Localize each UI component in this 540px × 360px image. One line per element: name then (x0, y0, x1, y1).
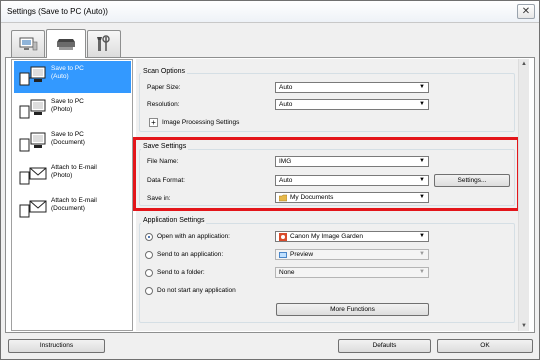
preview-icon (279, 252, 287, 258)
send-to-application-label: Send to an application: (157, 251, 224, 258)
resolution-select[interactable]: Auto ▼ (275, 99, 429, 110)
application-settings-title: Application Settings (141, 217, 207, 224)
save-to-pc-icon (19, 99, 46, 119)
chevron-down-icon: ▼ (419, 251, 425, 257)
list-item-attach-email-document[interactable]: Attach to E-mail (Document) (14, 193, 131, 225)
scan-from-computer-tab[interactable] (11, 30, 45, 57)
open-with-application-label: Open with an application: (157, 233, 230, 240)
save-to-pc-icon (19, 132, 46, 152)
more-functions-button[interactable]: More Functions (276, 303, 429, 316)
email-icon (19, 167, 47, 185)
list-item-attach-email-photo[interactable]: Attach to E-mail (Photo) (14, 160, 131, 192)
send-to-folder-radio[interactable] (145, 269, 153, 277)
app-icon (279, 233, 287, 241)
settings-window: Settings (Save to PC (Auto)) ✕ Save to P… (0, 0, 540, 360)
paper-size-label: Paper Size: (147, 84, 181, 91)
do-not-start-application-radio[interactable] (145, 287, 153, 295)
scan-mode-list: Save to PC (Auto) Save to PC (Photo) Sav… (11, 59, 133, 331)
scan-options-title: Scan Options (141, 68, 188, 75)
list-item-label: Save to PC (Document) (51, 131, 85, 146)
resolution-value: Auto (279, 101, 293, 108)
list-item-label: Attach to E-mail (Photo) (51, 164, 97, 179)
list-item-label: Save to PC (Auto) (51, 65, 84, 80)
list-item-save-to-pc-auto[interactable]: Save to PC (Auto) (14, 61, 131, 93)
send-to-folder-select[interactable]: None ▼ (275, 267, 429, 278)
image-processing-settings-link[interactable]: Image Processing Settings (162, 119, 239, 126)
expand-icon[interactable]: + (149, 118, 158, 127)
defaults-button[interactable]: Defaults (338, 339, 431, 353)
scroll-up-icon[interactable]: ▲ (521, 61, 527, 67)
scroll-down-icon[interactable]: ▼ (521, 323, 527, 329)
close-button[interactable]: ✕ (517, 4, 535, 19)
instructions-button[interactable]: Instructions (8, 339, 105, 353)
vertical-scrollbar[interactable]: ▲ ▼ (518, 59, 529, 331)
close-icon: ✕ (521, 6, 531, 17)
send-to-application-value: Preview (290, 251, 314, 258)
scanner-icon (57, 39, 75, 50)
chevron-down-icon: ▼ (419, 101, 425, 107)
paper-size-select[interactable]: Auto ▼ (275, 82, 429, 93)
ok-button[interactable]: OK (437, 339, 533, 353)
open-with-application-radio[interactable] (145, 233, 153, 241)
paper-size-value: Auto (279, 84, 293, 91)
email-icon (19, 200, 47, 218)
send-to-application-radio[interactable] (145, 251, 153, 259)
save-to-pc-icon (19, 66, 46, 86)
list-item-label: Save to PC (Photo) (51, 98, 84, 113)
send-to-folder-value: None (279, 269, 295, 276)
general-settings-tab[interactable] (87, 30, 121, 57)
list-item-label: Attach to E-mail (Document) (51, 197, 97, 212)
chevron-down-icon: ▼ (419, 233, 425, 239)
list-item-save-to-pc-document[interactable]: Save to PC (Document) (14, 127, 131, 159)
chevron-down-icon: ▼ (419, 269, 425, 275)
computer-scan-icon (19, 37, 38, 51)
title-bar: Settings (Save to PC (Auto)) ✕ (1, 1, 539, 23)
open-with-application-value: Canon My Image Garden (290, 233, 363, 240)
do-not-start-application-label: Do not start any application (157, 287, 236, 294)
scan-from-operation-panel-tab[interactable] (46, 29, 86, 58)
list-item-save-to-pc-photo[interactable]: Save to PC (Photo) (14, 94, 131, 126)
open-with-application-select[interactable]: Canon My Image Garden ▼ (275, 231, 429, 242)
send-to-folder-label: Send to a folder: (157, 269, 205, 276)
window-title: Settings (Save to PC (Auto)) (7, 7, 108, 16)
send-to-application-select[interactable]: Preview ▼ (275, 249, 429, 260)
save-settings-highlight (133, 137, 520, 211)
chevron-down-icon: ▼ (419, 84, 425, 90)
tools-icon (97, 35, 110, 51)
resolution-label: Resolution: (147, 101, 180, 108)
